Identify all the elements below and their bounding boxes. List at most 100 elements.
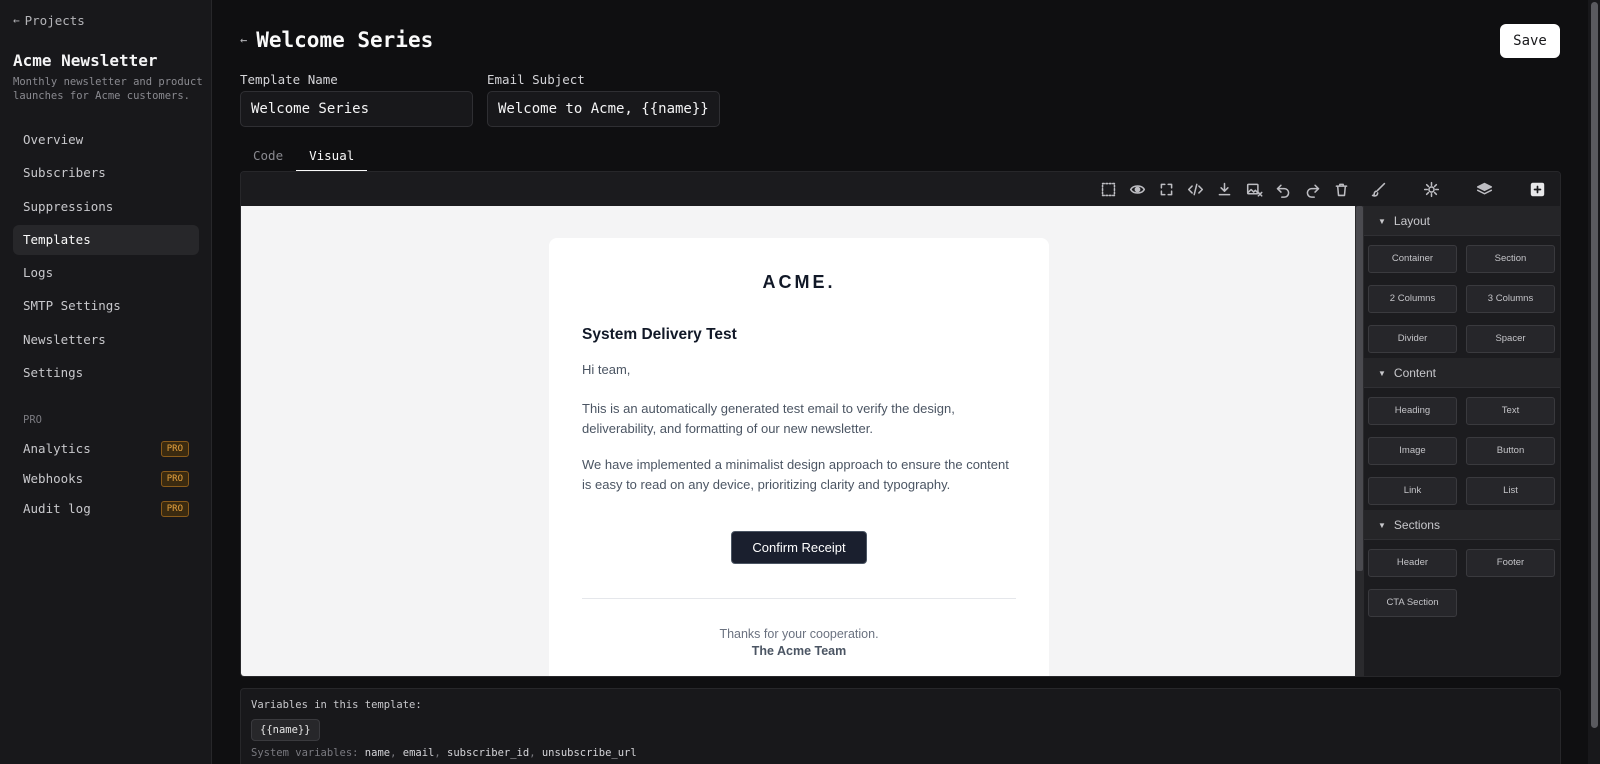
sidebar-item-label: Webhooks (23, 471, 84, 486)
section-title: Layout (1393, 214, 1430, 228)
block-list[interactable]: List (1466, 477, 1555, 505)
image-remove-icon[interactable] (1244, 179, 1264, 199)
back-arrow-icon[interactable]: ← (240, 33, 247, 47)
sidebar-item-templates[interactable]: Templates (13, 224, 199, 255)
sidebar-item-label: Analytics (23, 441, 91, 456)
template-name-input[interactable] (240, 91, 473, 127)
block-image[interactable]: Image (1368, 437, 1457, 465)
redo-icon[interactable] (1302, 179, 1322, 199)
sidebar-item-logs[interactable]: Logs (13, 258, 199, 288)
project-title: Acme Newsletter (13, 51, 158, 70)
sidebar-item-smtp-settings[interactable]: SMTP Settings (13, 291, 199, 321)
block-button[interactable]: Button (1466, 437, 1555, 465)
system-variables-label: System variables: (251, 747, 359, 759)
editor-tabs: Code Visual (240, 140, 368, 172)
layout-section-header[interactable]: ▼ Layout (1364, 206, 1560, 236)
template-name-label: Template Name (240, 72, 338, 87)
save-button[interactable]: Save (1500, 24, 1560, 58)
section-title: Sections (1393, 518, 1440, 532)
caret-down-icon: ▼ (1378, 216, 1386, 226)
confirm-receipt-button[interactable]: Confirm Receipt (731, 531, 867, 564)
sidebar-item-analytics[interactable]: Analytics PRO (13, 434, 199, 464)
pro-badge: PRO (160, 501, 189, 517)
visual-editor: ACME. System Delivery Test Hi team, This… (240, 171, 1561, 677)
block-cta-section[interactable]: CTA Section (1368, 589, 1457, 617)
page-header: ← Welcome Series (240, 28, 433, 52)
page-scrollbar-thumb[interactable] (1591, 2, 1598, 728)
canvas-scrollbar[interactable] (1355, 206, 1364, 676)
sidebar-item-subscribers[interactable]: Subscribers (13, 158, 199, 188)
system-variable: email (402, 747, 435, 759)
back-to-projects-link[interactable]: ← Projects (13, 13, 85, 28)
block-link[interactable]: Link (1368, 477, 1457, 505)
email-logo: ACME. (762, 272, 836, 292)
caret-down-icon: ▼ (1378, 368, 1386, 378)
variables-panel: Variables in this template: {{name}} Sys… (240, 688, 1561, 764)
caret-down-icon: ▼ (1378, 520, 1386, 530)
pro-nav: Analytics PRO Webhooks PRO Audit log PRO (13, 434, 199, 524)
variable-chip[interactable]: {{name}} (251, 719, 320, 741)
variables-label: Variables in this template: (251, 699, 422, 711)
pro-badge: PRO (160, 471, 189, 487)
sidebar-item-newsletters[interactable]: Newsletters (13, 325, 199, 355)
content-section-header[interactable]: ▼ Content (1364, 358, 1560, 388)
add-block-icon[interactable] (1527, 179, 1547, 199)
gear-icon[interactable] (1421, 179, 1441, 199)
undo-icon[interactable] (1273, 179, 1293, 199)
system-variables: System variables: name, email, subscribe… (251, 747, 637, 759)
block-footer[interactable]: Footer (1466, 549, 1555, 577)
block-2-columns[interactable]: 2 Columns (1368, 285, 1457, 313)
trash-icon[interactable] (1331, 179, 1351, 199)
pro-section-label: PRO (23, 414, 42, 426)
block-heading[interactable]: Heading (1368, 397, 1457, 425)
system-variable: name (364, 747, 391, 759)
tab-code[interactable]: Code (240, 140, 296, 172)
brush-icon[interactable] (1368, 179, 1388, 199)
system-variable: subscriber_id (447, 747, 530, 759)
pro-badge: PRO (160, 441, 189, 457)
project-description: Monthly newsletter and product launches … (13, 76, 203, 102)
block-spacer[interactable]: Spacer (1466, 325, 1555, 353)
email-subject-input[interactable] (487, 91, 720, 127)
back-link-label: Projects (24, 13, 85, 28)
scrollbar-thumb[interactable] (1356, 206, 1363, 571)
email-preview[interactable]: ACME. System Delivery Test Hi team, This… (549, 238, 1049, 676)
email-paragraph-2[interactable]: We have implemented a minimalist design … (582, 455, 1018, 495)
sidebar-item-suppressions[interactable]: Suppressions (13, 192, 199, 222)
block-section[interactable]: Section (1466, 245, 1555, 273)
email-greeting[interactable]: Hi team, (582, 360, 1018, 380)
email-paragraph-1[interactable]: This is an automatically generated test … (582, 399, 1018, 439)
block-text[interactable]: Text (1466, 397, 1555, 425)
sidebar-item-settings[interactable]: Settings (13, 358, 199, 388)
block-divider[interactable]: Divider (1368, 325, 1457, 353)
editor-toolbar (241, 172, 1560, 206)
block-3-columns[interactable]: 3 Columns (1466, 285, 1555, 313)
layers-icon[interactable] (1474, 179, 1494, 199)
sidebar-item-audit-log[interactable]: Audit log PRO (13, 494, 199, 524)
sections-section-header[interactable]: ▼ Sections (1364, 510, 1560, 540)
email-footer-thanks[interactable]: Thanks for your cooperation. (549, 627, 1049, 641)
code-icon[interactable] (1185, 179, 1205, 199)
arrow-left-icon: ← (13, 14, 20, 27)
sidebar-item-label: Audit log (23, 501, 91, 516)
sidebar-item-overview[interactable]: Overview (13, 125, 199, 155)
email-canvas[interactable]: ACME. System Delivery Test Hi team, This… (241, 206, 1355, 676)
sidebar-item-webhooks[interactable]: Webhooks PRO (13, 464, 199, 494)
download-icon[interactable] (1214, 179, 1234, 199)
page-title: Welcome Series (256, 28, 434, 52)
blocks-panel: ▼ Layout Container Section 2 Columns 3 Co… (1364, 206, 1560, 676)
block-container[interactable]: Container (1368, 245, 1457, 273)
fullscreen-icon[interactable] (1156, 179, 1176, 199)
sidebar: ← Projects Acme Newsletter Monthly newsl… (0, 0, 212, 764)
block-header[interactable]: Header (1368, 549, 1457, 577)
email-divider (582, 598, 1016, 599)
select-outline-icon[interactable] (1098, 179, 1118, 199)
email-footer-signature[interactable]: The Acme Team (549, 644, 1049, 658)
tab-visual[interactable]: Visual (296, 140, 368, 172)
system-variable: unsubscribe_url (541, 747, 637, 759)
section-title: Content (1393, 366, 1436, 380)
page-scrollbar[interactable] (1588, 0, 1600, 764)
eye-icon[interactable] (1127, 179, 1147, 199)
email-heading[interactable]: System Delivery Test (582, 326, 737, 344)
email-subject-label: Email Subject (487, 72, 585, 87)
